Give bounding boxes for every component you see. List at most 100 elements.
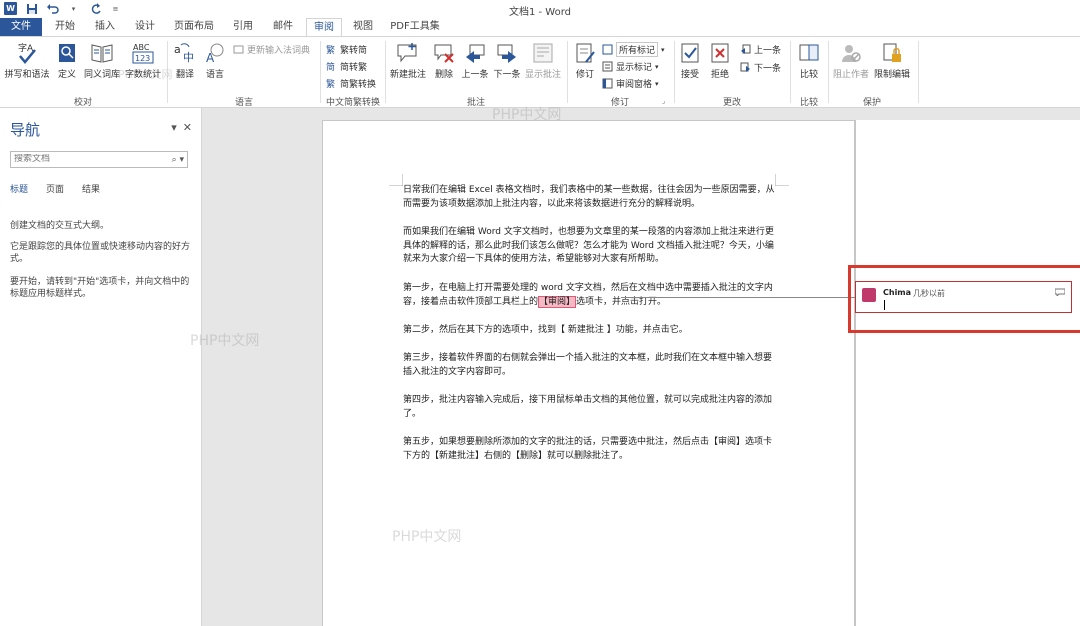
nav-help-text-1: 创建文档的交互式大纲。 (10, 221, 110, 231)
restrict-editing-button[interactable]: 限制编辑 (872, 41, 912, 80)
tab-design[interactable]: 设计 (128, 18, 162, 36)
ime-dictionary-icon (233, 44, 244, 55)
next-change-icon (740, 62, 751, 73)
search-icon[interactable]: ⌕ ▾ (172, 153, 184, 168)
define-icon (55, 41, 79, 65)
commented-text-highlight[interactable]: 【审阅】 (538, 295, 577, 308)
compare-button[interactable]: 比较 (797, 41, 821, 80)
tab-insert[interactable]: 插入 (88, 18, 122, 36)
markup-select-value[interactable]: 所有标记 (616, 42, 659, 57)
comments-group-label: 批注 (466, 98, 485, 108)
nav-tab-pages[interactable]: 页面 (46, 182, 64, 195)
track-changes-label: 修订 (575, 70, 594, 80)
search-document-field[interactable]: ⌕ ▾ (10, 151, 188, 168)
next-comment-button[interactable]: 下一条 (492, 41, 522, 80)
paragraph-1: 日常我们在编辑 Excel 表格文档时，我们表格中的某一些数据，往往会因为一些原… (403, 185, 775, 209)
next-change-button[interactable]: 下一条 (740, 61, 781, 74)
block-authors-button[interactable]: 阻止作者 (832, 41, 870, 80)
markup-chevron-down-icon: ▾ (661, 45, 665, 54)
update-ime-button[interactable]: 更新输入法词典 (233, 43, 310, 56)
previous-change-icon (740, 44, 751, 55)
new-comment-label: 新建批注 (389, 70, 426, 80)
tab-layout[interactable]: 页面布局 (168, 18, 220, 36)
search-document-input[interactable] (14, 154, 154, 164)
tab-home[interactable]: 开始 (48, 18, 82, 36)
restrict-editing-label: 限制编辑 (873, 70, 910, 80)
document-page[interactable]: 日常我们在编辑 Excel 表格文档时，我们表格中的某一些数据，往往会因为一些原… (322, 120, 855, 626)
markup-dropdown[interactable]: 所有标记 ▾ (602, 42, 665, 57)
language-button[interactable]: A 语言 (203, 41, 227, 80)
spelling-icon: 字A (15, 41, 39, 65)
language-icon: A (203, 41, 227, 65)
trad-to-simp-label: 繁转简 (340, 46, 368, 56)
review-pane-button[interactable]: 审阅窗格 ▾ (602, 77, 659, 90)
simp-to-trad-button[interactable]: 简 简转繁 (326, 60, 367, 73)
tab-file[interactable]: 文件 (0, 18, 42, 36)
block-authors-icon (839, 41, 863, 65)
previous-comment-label: 上一条 (461, 70, 489, 80)
window-title: 文档1 - Word (508, 7, 572, 18)
markup-view-icon (602, 44, 613, 55)
previous-comment-button[interactable]: 上一条 (460, 41, 490, 80)
update-ime-label: 更新输入法词典 (247, 46, 311, 56)
language-label: 语言 (205, 70, 224, 80)
translate-icon: a中 (173, 41, 197, 65)
track-changes-button[interactable]: 修订 (572, 41, 598, 80)
spelling-label: 拼写和语法 (4, 70, 50, 80)
show-comments-label: 显示批注 (524, 70, 561, 80)
trad-to-simp-button[interactable]: 繁 繁转简 (326, 43, 367, 56)
nav-tab-results[interactable]: 结果 (82, 182, 100, 195)
navigation-tabs: 标题 页面 结果 (10, 182, 100, 195)
tab-references[interactable]: 引用 (226, 18, 260, 36)
lock-icon (880, 41, 904, 65)
changes-group-label: 更改 (722, 98, 741, 108)
reject-button[interactable]: 拒绝 (708, 41, 732, 80)
spelling-grammar-button[interactable]: 字A 拼写和语法 (4, 41, 50, 80)
pane-options-icon[interactable]: ▾ (171, 121, 177, 134)
new-comment-button[interactable]: 新建批注 (388, 41, 428, 80)
previous-change-button[interactable]: 上一条 (740, 43, 781, 56)
show-comments-button[interactable]: 显示批注 (524, 41, 562, 80)
paragraph-6: 第四步，批注内容输入完成后，接下用鼠标单击文档的其他位置，就可以完成批注内容的添… (403, 395, 773, 419)
accept-icon (678, 41, 702, 65)
show-markup-label: 显示标记 (616, 63, 653, 73)
delete-comment-button[interactable]: 删除 (432, 41, 456, 80)
new-comment-icon (396, 41, 420, 65)
ribbon-tabs: 文件 开始 插入 设计 页面布局 引用 邮件 审阅 视图 PDF工具集 (0, 18, 1080, 36)
compare-icon (797, 41, 821, 65)
next-comment-icon (495, 41, 519, 65)
word-count-button[interactable]: ABC 123 字数统计 (124, 41, 162, 80)
paragraph-4: 第二步，然后在其下方的选项中，找到【 新建批注 】功能，并点击它。 (403, 325, 688, 335)
comment-connector-line (621, 297, 855, 298)
compare-label: 比较 (799, 70, 818, 80)
previous-comment-icon (463, 41, 487, 65)
tracking-group-label: 修订 (610, 98, 629, 108)
close-icon[interactable]: ✕ (183, 121, 192, 134)
nav-tab-headings[interactable]: 标题 (10, 182, 28, 195)
word-count-label: 字数统计 (124, 70, 161, 80)
tab-mailings[interactable]: 邮件 (266, 18, 300, 36)
tracking-options-launcher-icon[interactable]: ⌟ (662, 97, 665, 105)
language-group-label: 语言 (234, 98, 253, 108)
show-markup-chevron-icon: ▾ (655, 62, 659, 71)
thesaurus-button[interactable]: 同义词库 (84, 41, 120, 80)
simp-trad-convert-button[interactable]: 繁 简繁转换 (326, 77, 376, 90)
thesaurus-label: 同义词库 (84, 70, 121, 80)
navigation-pane: 导航 ▾ ✕ ⌕ ▾ 标题 页面 结果 创建文档的交互式大纲。 它是跟踪您的具体… (0, 108, 202, 626)
tab-pdf-tools[interactable]: PDF工具集 (386, 18, 444, 36)
tab-review[interactable]: 审阅 (306, 18, 342, 36)
tab-view[interactable]: 视图 (346, 18, 380, 36)
track-changes-icon (573, 41, 597, 65)
nav-help-text-3: 要开始，请转到"开始"选项卡，并向文档中的标题应用标题样式。 (10, 277, 190, 299)
show-markup-button[interactable]: 显示标记 ▾ (602, 60, 659, 73)
simp-to-trad-label: 简转繁 (340, 63, 368, 73)
paragraph-3: 第一步，在电脑上打开需要处理的 word 文字文档，然后在文档中选中需要插入批注… (403, 282, 775, 309)
svg-text:A: A (206, 51, 215, 64)
svg-text:中: 中 (183, 51, 194, 64)
chinese-group-label: 中文简繁转换 (325, 98, 380, 108)
translate-button[interactable]: a中 翻译 (171, 41, 199, 80)
paragraph-5: 第三步，接着软件界面的右侧就会弹出一个插入批注的文本框，此时我们在文本框中输入想… (403, 353, 773, 377)
group-separator (320, 41, 321, 103)
accept-button[interactable]: 接受 (678, 41, 702, 80)
define-button[interactable]: 定义 (54, 41, 80, 80)
